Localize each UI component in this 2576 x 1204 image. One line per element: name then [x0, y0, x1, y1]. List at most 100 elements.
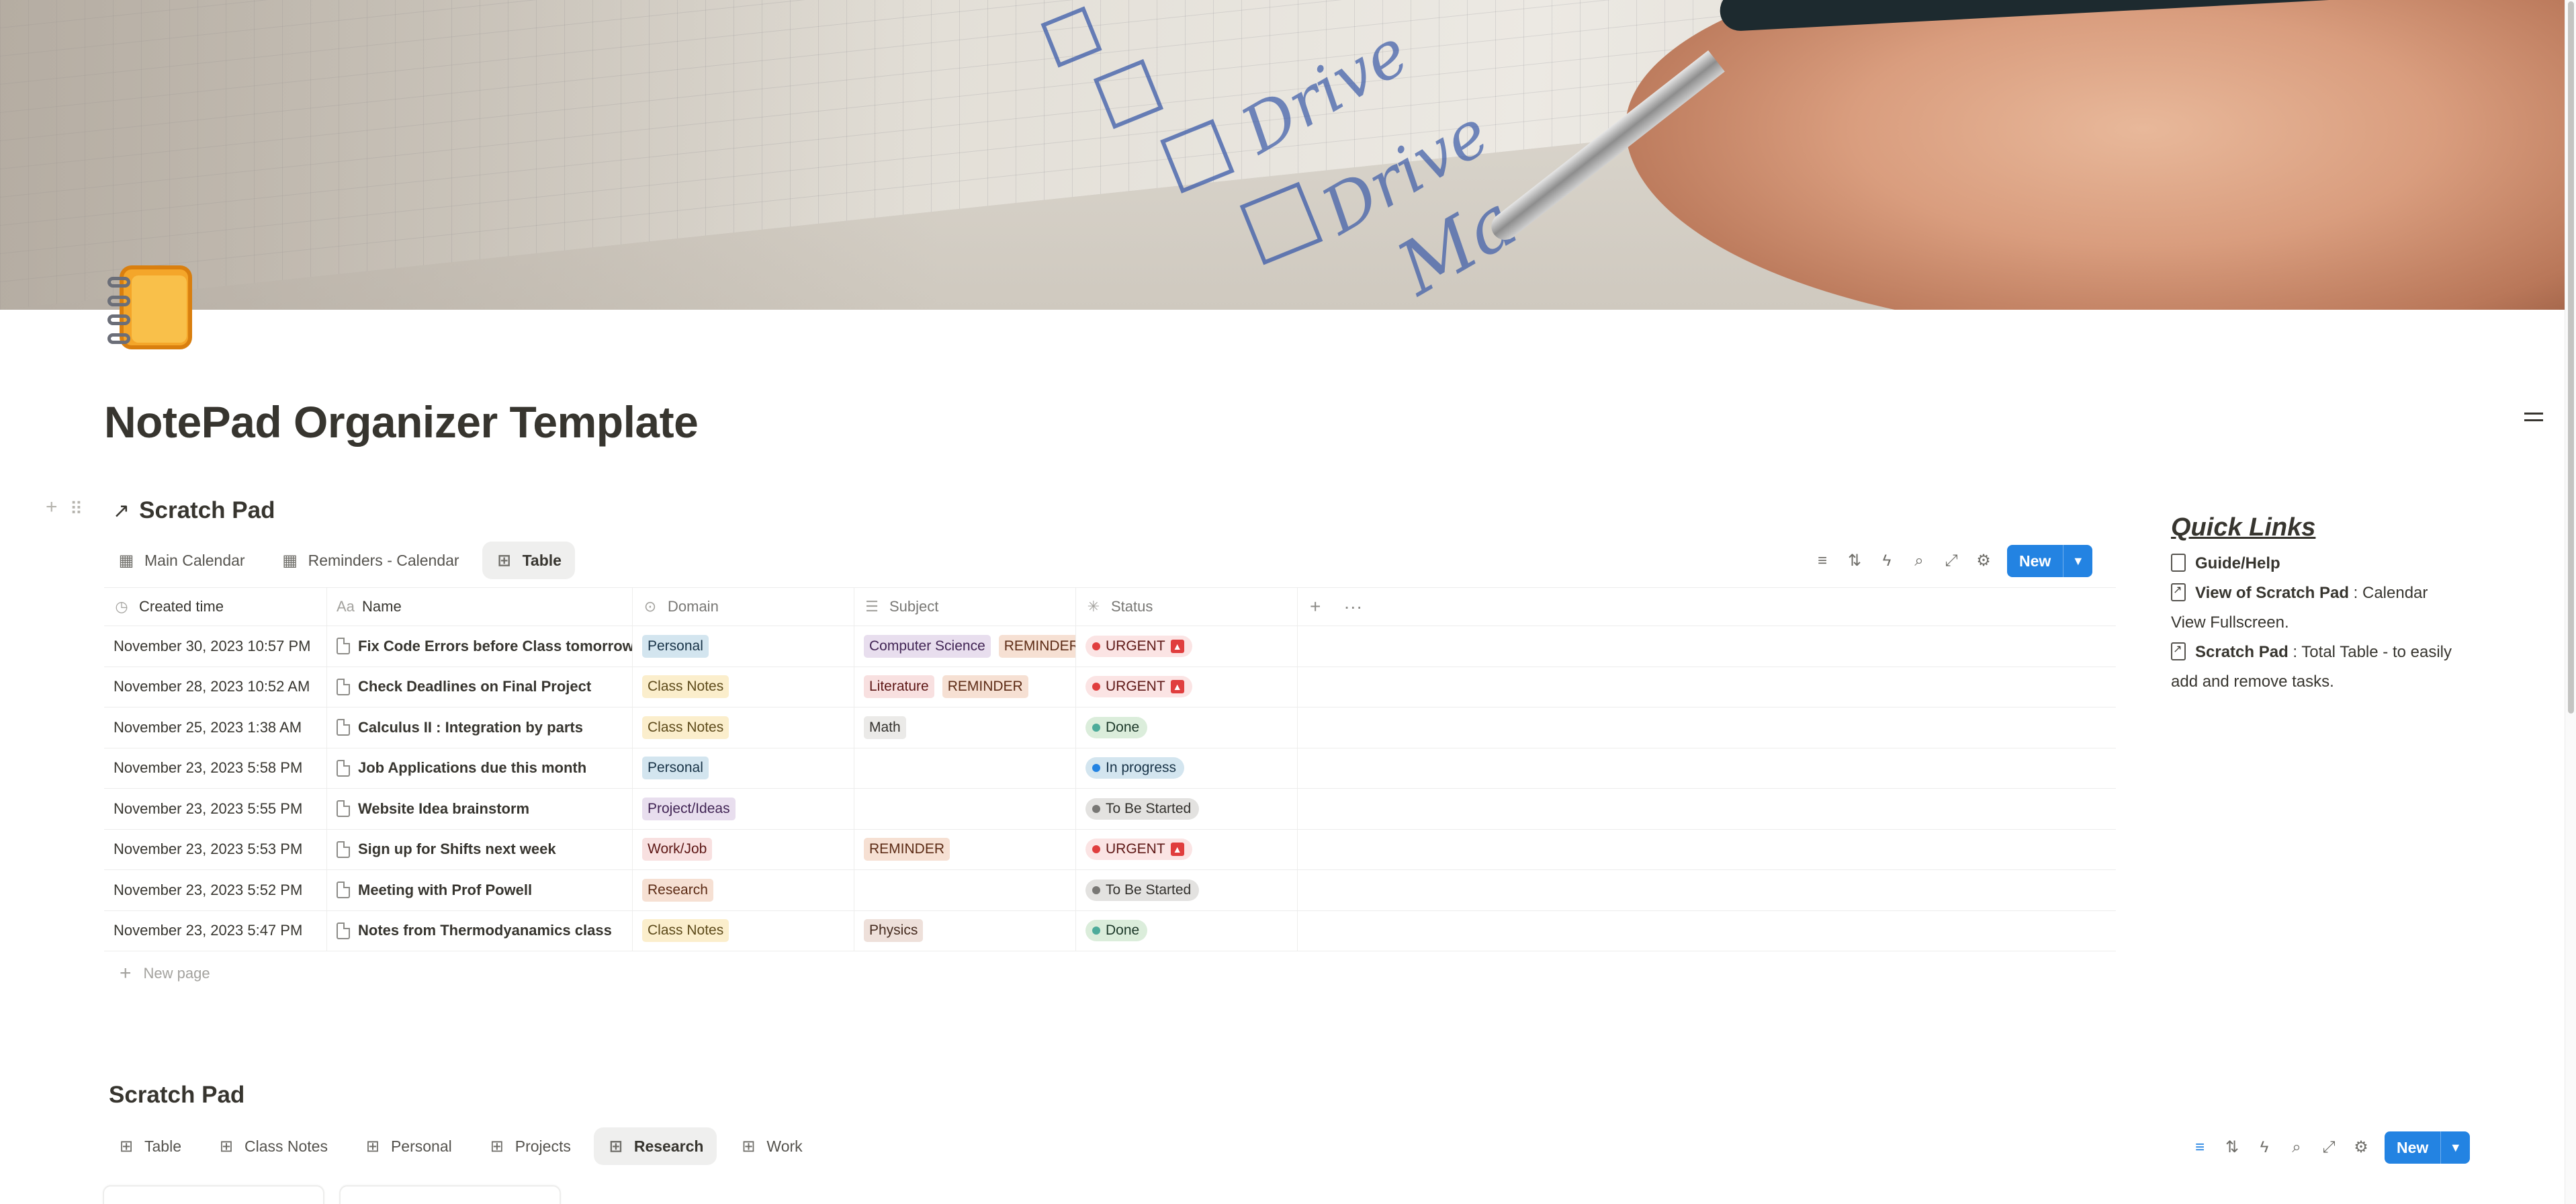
cell-name[interactable]: Meeting with Prof Powell: [327, 870, 633, 910]
gallery-card[interactable]: [339, 1185, 561, 1204]
sort-icon[interactable]: ⇅: [1846, 552, 1863, 570]
cell-subject[interactable]: [854, 789, 1076, 829]
new-button[interactable]: New ▼: [2007, 545, 2093, 577]
column-header-domain[interactable]: ⊙ Domain: [633, 588, 854, 626]
column-header-name[interactable]: Aa Name: [327, 588, 633, 626]
cell-subject[interactable]: Math: [854, 707, 1076, 748]
cell-subject[interactable]: [854, 748, 1076, 788]
cell-domain[interactable]: Class Notes: [633, 707, 854, 748]
new-button[interactable]: New ▼: [2385, 1131, 2471, 1164]
settings-icon[interactable]: ⚙: [1975, 552, 1992, 570]
drag-handle-icon[interactable]: ⠿: [70, 500, 83, 517]
cell-subject[interactable]: Literature REMINDER: [854, 666, 1076, 707]
page-icon: [337, 678, 350, 695]
table-row[interactable]: November 25, 2023 1:38 AM Calculus II : I…: [104, 707, 2116, 748]
cell-name[interactable]: Check Deadlines on Final Project: [327, 666, 633, 707]
gallery-card[interactable]: [103, 1185, 324, 1204]
cell-domain[interactable]: Class Notes: [633, 910, 854, 951]
automation-icon[interactable]: ϟ: [2256, 1139, 2273, 1156]
table-row[interactable]: November 23, 2023 5:47 PM Notes from Ther…: [104, 910, 2116, 951]
cell-created-time[interactable]: November 23, 2023 5:55 PM: [104, 789, 327, 829]
page-scrollbar[interactable]: [2565, 0, 2576, 1204]
new-page-button[interactable]: + New page: [120, 963, 210, 984]
table-row[interactable]: November 23, 2023 5:53 PM Sign up for Shi…: [104, 829, 2116, 870]
tab-research[interactable]: ⊞ Research: [593, 1127, 717, 1165]
cell-subject[interactable]: REMINDER: [854, 829, 1076, 869]
column-header-subject[interactable]: ☰ Subject: [854, 588, 1076, 626]
filter-icon[interactable]: ≡: [2191, 1139, 2209, 1156]
tab-reminders-calendar[interactable]: ▦ Reminders - Calendar: [268, 542, 473, 579]
more-options-icon[interactable]: ···: [1343, 596, 1362, 617]
cell-status[interactable]: URGENT ▲: [1076, 829, 1298, 869]
list-icon: ☰: [865, 598, 879, 615]
cell-status[interactable]: Done: [1076, 910, 1298, 951]
page-title[interactable]: NotePad Organizer Template: [104, 396, 699, 447]
table-row[interactable]: November 30, 2023 10:57 PM Fix Code Error…: [104, 626, 2116, 667]
tab-table[interactable]: ⊞ Table: [482, 542, 575, 579]
cell-name[interactable]: Job Applications due this month: [327, 748, 633, 788]
cell-created-time[interactable]: November 23, 2023 5:53 PM: [104, 829, 327, 869]
settings-icon[interactable]: ⚙: [2352, 1139, 2370, 1156]
cell-domain[interactable]: Research: [633, 870, 854, 910]
tab-projects[interactable]: ⊞ Projects: [475, 1127, 584, 1165]
add-property-icon[interactable]: +: [1310, 596, 1321, 617]
cell-domain[interactable]: Work/Job: [633, 829, 854, 869]
cell-name[interactable]: Website Idea brainstorm: [327, 789, 633, 829]
cell-name[interactable]: Sign up for Shifts next week: [327, 829, 633, 869]
scrollbar-thumb[interactable]: [2568, 1, 2574, 714]
cell-name[interactable]: Calculus II : Integration by parts: [327, 707, 633, 748]
tab-work[interactable]: ⊞ Work: [726, 1127, 815, 1165]
cell-subject[interactable]: [854, 870, 1076, 910]
cell-status[interactable]: To Be Started: [1076, 870, 1298, 910]
sort-icon[interactable]: ⇅: [2223, 1139, 2241, 1156]
search-icon[interactable]: ⌕: [2288, 1139, 2305, 1156]
expand-icon[interactable]: ⤢: [2320, 1139, 2338, 1156]
cell-status[interactable]: URGENT ▲: [1076, 626, 1298, 666]
cell-name[interactable]: Fix Code Errors before Class tomorrow: [327, 626, 633, 666]
chevron-down-icon[interactable]: ▼: [2063, 545, 2092, 577]
database-title-2[interactable]: Scratch Pad: [109, 1082, 245, 1109]
cell-created-time[interactable]: November 23, 2023 5:52 PM: [104, 870, 327, 910]
cell-name[interactable]: Notes from Thermodyanamics class: [327, 910, 633, 951]
automation-icon[interactable]: ϟ: [1878, 552, 1896, 570]
view-of-scratch-pad-link[interactable]: View of Scratch Pad : Calendar View Full…: [2171, 578, 2467, 638]
scratch-pad-link[interactable]: Scratch Pad : Total Table - to easily ad…: [2171, 638, 2467, 697]
cell-created-time[interactable]: November 28, 2023 10:52 AM: [104, 666, 327, 707]
tab-class-notes[interactable]: ⊞ Class Notes: [204, 1127, 341, 1165]
cell-subject[interactable]: Computer Science REMINDER: [854, 626, 1076, 666]
cell-status[interactable]: In progress: [1076, 748, 1298, 788]
cell-created-time[interactable]: November 23, 2023 5:58 PM: [104, 748, 327, 788]
chevron-down-icon[interactable]: ▼: [2440, 1131, 2470, 1164]
expand-icon[interactable]: ⤢: [1943, 552, 1960, 570]
filter-icon[interactable]: ≡: [1814, 552, 1831, 570]
cell-created-time[interactable]: November 30, 2023 10:57 PM: [104, 626, 327, 666]
cell-status[interactable]: URGENT ▲: [1076, 666, 1298, 707]
cell-empty: [1298, 830, 2116, 870]
cell-domain[interactable]: Personal: [633, 626, 854, 666]
guide-help-link[interactable]: Guide/Help: [2171, 549, 2467, 578]
cell-status[interactable]: Done: [1076, 707, 1298, 748]
domain-tag: Work/Job: [642, 838, 713, 861]
search-icon[interactable]: ⌕: [1910, 552, 1928, 570]
add-block-icon[interactable]: +: [46, 497, 58, 517]
table-row[interactable]: November 23, 2023 5:52 PM Meeting with Pr…: [104, 870, 2116, 911]
table-row[interactable]: November 23, 2023 5:58 PM Job Application…: [104, 748, 2116, 789]
cell-subject[interactable]: Physics: [854, 910, 1076, 951]
cell-domain[interactable]: Class Notes: [633, 666, 854, 707]
cell-domain[interactable]: Project/Ideas: [633, 789, 854, 829]
cell-created-time[interactable]: November 23, 2023 5:47 PM: [104, 910, 327, 951]
cell-created-time[interactable]: November 25, 2023 1:38 AM: [104, 707, 327, 748]
page-icon: [337, 719, 350, 736]
tab-main-calendar[interactable]: ▦ Main Calendar: [104, 542, 259, 579]
table-row[interactable]: November 23, 2023 5:55 PM Website Idea br…: [104, 789, 2116, 830]
cell-domain[interactable]: Personal: [633, 748, 854, 788]
tab-personal[interactable]: ⊞ Personal: [351, 1127, 465, 1165]
table-of-contents-icon[interactable]: [2524, 413, 2543, 422]
cell-status[interactable]: To Be Started: [1076, 789, 1298, 829]
tab-table[interactable]: ⊞ Table: [104, 1127, 195, 1165]
table-row[interactable]: November 28, 2023 10:52 AM Check Deadline…: [104, 666, 2116, 707]
column-header-created-time[interactable]: ◷ Created time: [104, 588, 327, 626]
database-title[interactable]: ↗ Scratch Pad: [113, 497, 275, 524]
column-header-status[interactable]: ✳ Status: [1076, 588, 1298, 626]
notebook-icon[interactable]: [106, 262, 193, 353]
